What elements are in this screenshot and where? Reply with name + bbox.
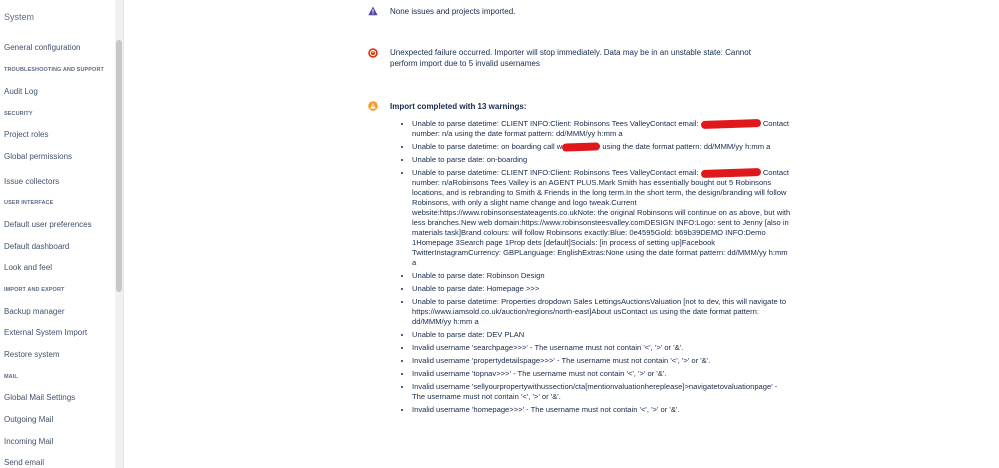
warning-text: using the date format pattern: dd/MMM/yy… [602,142,771,151]
warning-text: Unable to parse date: Robinson Design [412,271,545,280]
admin-sidebar: System General configuration TROUBLESHOOT… [0,0,115,468]
warning-title: Import completed with 13 warnings: [390,102,527,111]
warning-item: Unable to parse datetime: Properties dro… [412,297,792,327]
redaction-mark [562,142,601,152]
import-results: None issues and projects imported. Unexp… [124,0,999,468]
warning-item: Unable to parse date: Robinson Design [412,271,792,281]
error-icon [368,48,378,58]
sidebar-item-default-dashboard[interactable]: Default dashboard [4,242,69,251]
sidebar-section-system: System [4,12,35,22]
sidebar-item-general-configuration[interactable]: General configuration [4,43,81,52]
info-message: None issues and projects imported. [390,7,516,16]
warning-text: Invalid username 'homepage>>>' - The use… [412,405,680,414]
warning-item: Unable to parse date: Homepage >>> [412,284,792,294]
warning-text: Unable to parse datetime: on boarding ca… [412,142,563,151]
sidebar-heading-security: SECURITY [4,111,33,117]
sidebar-item-look-and-feel[interactable]: Look and feel [4,263,52,272]
warning-text: Unable to parse datetime: Properties dro… [412,297,787,326]
sidebar-item-send-email[interactable]: Send email [4,458,44,467]
sidebar-heading-import-and-export: IMPORT AND EXPORT [4,287,65,293]
sidebar-item-outgoing-mail[interactable]: Outgoing Mail [4,415,53,424]
sidebar-scrollbar[interactable] [115,0,124,468]
warnings-list: Unable to parse datetime: CLIENT INFO:Cl… [386,118,792,418]
warning-icon [368,101,378,111]
warning-text: Unable to parse date: DEV PLAN [412,330,525,339]
warning-item: Invalid username 'searchpage>>>' - The u… [412,343,792,353]
sidebar-item-audit-log[interactable]: Audit Log [4,87,38,96]
warning-item: Invalid username 'topnav>>>' - The usern… [412,369,792,379]
info-triangle-icon [368,6,378,16]
warning-item: Invalid username 'homepage>>>' - The use… [412,405,792,415]
sidebar-heading-troubleshooting-and-support: TROUBLESHOOTING AND SUPPORT [4,67,104,73]
sidebar-item-global-permissions[interactable]: Global permissions [4,152,72,161]
sidebar-item-issue-collectors[interactable]: Issue collectors [4,177,59,186]
sidebar-item-default-user-preferences[interactable]: Default user preferences [4,220,92,229]
warning-item: Unable to parse datetime: CLIENT INFO:Cl… [412,167,792,268]
warning-text: Invalid username 'sellyourpropertywithus… [412,382,778,401]
warning-item: Invalid username 'sellyourpropertywithus… [412,382,792,402]
warning-item: Unable to parse datetime: on boarding ca… [412,142,792,152]
warning-text: Unable to parse date: on-boarding [412,155,528,164]
warning-item: Unable to parse date: on-boarding [412,155,792,165]
sidebar-heading-mail: MAIL [4,374,18,380]
scrollbar-thumb[interactable] [116,40,122,292]
warning-text: Invalid username 'topnav>>>' - The usern… [412,369,667,378]
warning-text: Contact number: n/aRobinsons Tees Valley… [412,168,791,267]
warning-text: Invalid username 'propertydetailspage>>>… [412,356,711,365]
sidebar-heading-user-interface: USER INTERFACE [4,200,54,206]
warning-text: Unable to parse date: Homepage >>> [412,284,540,293]
warning-text: Invalid username 'searchpage>>>' - The u… [412,343,684,352]
sidebar-item-global-mail-settings[interactable]: Global Mail Settings [4,393,75,402]
warning-text: Unable to parse datetime: CLIENT INFO:Cl… [412,168,701,177]
sidebar-item-project-roles[interactable]: Project roles [4,130,48,139]
redaction-mark [700,118,761,130]
warning-item: Invalid username 'propertydetailspage>>>… [412,356,792,366]
sidebar-item-backup-manager[interactable]: Backup manager [4,307,64,316]
sidebar-item-restore-system[interactable]: Restore system [4,350,60,359]
error-message: Unexpected failure occurred. Importer wi… [390,48,751,68]
warning-item: Unable to parse date: DEV PLAN [412,330,792,340]
sidebar-item-incoming-mail[interactable]: Incoming Mail [4,437,53,446]
sidebar-item-external-system-import[interactable]: External System Import [4,328,87,337]
warning-text: Unable to parse datetime: CLIENT INFO:Cl… [412,119,701,128]
warning-item: Unable to parse datetime: CLIENT INFO:Cl… [412,118,792,139]
redaction-mark [700,167,761,179]
